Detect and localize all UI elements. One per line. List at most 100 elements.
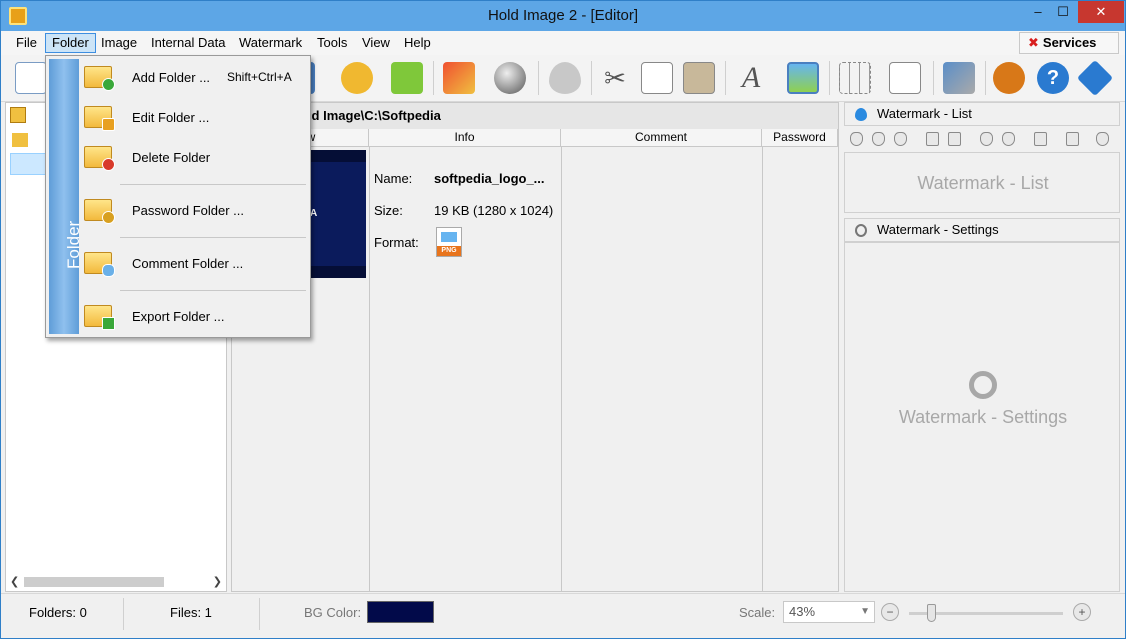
scale-value: 43% [789, 604, 816, 619]
scroll-right-arrow-icon[interactable]: ❯ [213, 575, 222, 588]
new-file-icon[interactable] [15, 62, 47, 94]
menu-item-edit-folder[interactable]: Edit Folder ... [80, 100, 308, 136]
services-x-icon: ✖ [1028, 35, 1039, 50]
column-header-comment[interactable]: Comment [561, 129, 762, 147]
watermark-settings-header: Watermark - Settings [844, 218, 1120, 242]
scale-select[interactable]: 43% ▼ [783, 601, 875, 623]
wm-tool-6-icon[interactable] [980, 132, 993, 146]
scroll-left-arrow-icon[interactable]: ❮ [10, 575, 19, 588]
app-window: Hold Image 2 - [Editor] – ☐ ✕ File Folde… [0, 0, 1126, 639]
menu-item-shortcut: Shift+Ctrl+A [227, 70, 292, 84]
close-button[interactable]: ✕ [1078, 1, 1124, 23]
watermark-list-toolbar [844, 126, 1120, 152]
maximize-button[interactable]: ☐ [1048, 1, 1078, 23]
column-header-info[interactable]: Info [369, 129, 561, 147]
cube-icon[interactable] [391, 62, 423, 94]
menu-item-delete-folder[interactable]: Delete Folder [80, 140, 308, 176]
copy-icon[interactable] [641, 62, 673, 94]
status-bar: Folders: 0 Files: 1 BG Color: Scale: 43%… [1, 593, 1125, 638]
badge-icon[interactable] [341, 62, 373, 94]
menu-item-add-folder[interactable]: Add Folder ... Shift+Ctrl+A [80, 60, 308, 96]
format-badge: PNG [437, 246, 461, 256]
folders-count: Folders: 0 [29, 605, 87, 620]
zoom-slider-thumb[interactable] [927, 604, 936, 622]
menu-item-label: Add Folder ... [132, 70, 211, 85]
menu-item-label: Edit Folder ... [132, 110, 210, 125]
tools-icon[interactable] [943, 62, 975, 94]
drop-add-icon[interactable] [549, 62, 581, 94]
zoom-in-icon[interactable]: + [1073, 603, 1091, 621]
column-header-password[interactable]: Password [762, 129, 838, 147]
add-badge-icon [102, 78, 115, 91]
watermark-settings-placeholder: Watermark - Settings [898, 407, 1068, 427]
menu-file[interactable]: File [10, 33, 43, 53]
sphere-icon[interactable] [494, 62, 526, 94]
menu-image[interactable]: Image [95, 33, 143, 53]
window-title: Hold Image 2 - [Editor] [487, 7, 639, 24]
watermark-settings-body: Watermark - Settings [844, 242, 1120, 592]
scale-label: Scale: [739, 605, 776, 620]
services-button[interactable]: ✖ Services [1019, 32, 1119, 54]
wm-text-icon[interactable] [1066, 132, 1079, 146]
name-label: Name: [374, 171, 413, 186]
menu-watermark[interactable]: Watermark [233, 33, 308, 53]
scissors-icon[interactable]: ✂ [599, 62, 631, 94]
text-a-icon[interactable]: A [735, 62, 767, 94]
paste-icon[interactable] [683, 62, 715, 94]
menu-item-label: Comment Folder ... [132, 256, 244, 271]
tree-root-folder-icon[interactable] [12, 133, 28, 147]
wm-tool-8-icon[interactable] [1034, 132, 1047, 146]
menu-item-export-folder[interactable]: Export Folder ... [80, 299, 308, 335]
wm-tool-2-icon[interactable] [872, 132, 885, 146]
menu-bar: File Folder Image Internal Data Watermar… [1, 31, 1125, 55]
zoom-out-icon[interactable]: − [881, 603, 899, 621]
wm-tool-10-icon[interactable] [1096, 132, 1109, 146]
add-folder-small-icon[interactable] [10, 107, 26, 123]
png-file-icon: PNG [436, 227, 462, 257]
grid-icon[interactable] [839, 62, 871, 94]
watermark-list-body: Watermark - List [844, 152, 1120, 213]
scrollbar-thumb[interactable] [24, 577, 164, 587]
water-drop-icon [855, 108, 867, 121]
menu-internal-data[interactable]: Internal Data [145, 33, 231, 53]
menu-item-password-folder[interactable]: Password Folder ... [80, 193, 308, 229]
bg-color-label: BG Color: [304, 605, 362, 620]
keyboard-icon[interactable] [889, 62, 921, 94]
size-value: 19 KB (1280 x 1024) [434, 203, 554, 218]
name-value: softpedia_logo_... [434, 171, 545, 186]
watermark-list-header: Watermark - List [844, 102, 1120, 126]
image-list-panel: old Image\C:\Softpedia ew Info Comment P… [231, 102, 839, 592]
menu-item-label: Delete Folder [132, 150, 211, 165]
wm-tool-3-icon[interactable] [894, 132, 907, 146]
menu-item-comment-folder[interactable]: Comment Folder ... [80, 246, 308, 282]
wm-tool-1-icon[interactable] [850, 132, 863, 146]
folder-menu-side-banner: Folder [49, 59, 83, 334]
files-count: Files: 1 [170, 605, 212, 620]
format-label: Format: [374, 235, 419, 250]
help-icon[interactable]: ? [1037, 62, 1069, 94]
bg-color-swatch[interactable] [367, 601, 434, 623]
menu-view[interactable]: View [356, 33, 396, 53]
pencil-icon [102, 118, 115, 131]
move-up-icon[interactable] [926, 132, 939, 146]
picture-icon[interactable] [787, 62, 819, 94]
tree-selected-item[interactable] [10, 153, 50, 175]
title-bar: Hold Image 2 - [Editor] – ☐ ✕ [1, 1, 1125, 31]
folder-path: old Image\C:\Softpedia [232, 103, 838, 129]
info-icon[interactable] [1076, 59, 1114, 97]
folder-menu-dropdown: Folder Add Folder ... Shift+Ctrl+A Edit … [45, 55, 311, 338]
bug-icon[interactable] [993, 62, 1025, 94]
watermark-settings-title: Watermark - Settings [877, 222, 999, 237]
add-image-icon[interactable] [443, 62, 475, 94]
horizontal-scrollbar[interactable]: ❮ ❯ [10, 575, 222, 589]
menu-item-label: Password Folder ... [132, 203, 244, 218]
watermark-list-title: Watermark - List [877, 106, 972, 121]
services-label: Services [1042, 35, 1097, 50]
menu-help[interactable]: Help [398, 33, 437, 53]
wm-tool-7-icon[interactable] [1002, 132, 1015, 146]
menu-tools[interactable]: Tools [311, 33, 353, 53]
watermark-list-placeholder: Watermark - List [917, 173, 1049, 193]
move-down-icon[interactable] [948, 132, 961, 146]
chevron-down-icon: ▼ [860, 606, 870, 617]
menu-folder[interactable]: Folder [45, 33, 96, 53]
